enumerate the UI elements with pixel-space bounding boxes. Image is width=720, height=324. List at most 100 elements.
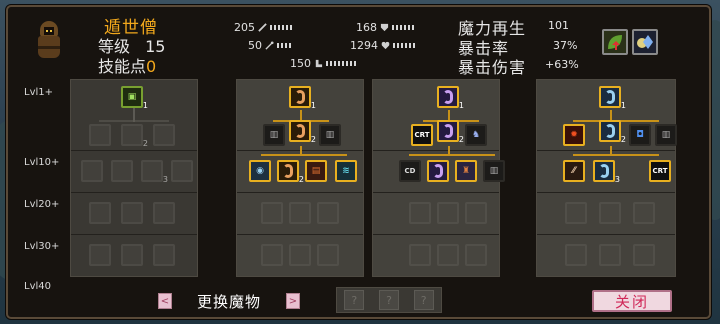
skill-node[interactable] (599, 202, 621, 224)
skill-node[interactable] (409, 202, 431, 224)
skill-points-value: 0 (146, 57, 157, 76)
change-monster-label[interactable]: 更换魔物 (197, 291, 261, 312)
skill-node[interactable]: 2 (599, 120, 626, 144)
skill-node[interactable]: CD (399, 160, 421, 182)
close-button[interactable]: 关闭 (592, 290, 672, 312)
skill-node[interactable] (81, 160, 103, 182)
skill-node[interactable] (599, 244, 621, 266)
crit-rate-value: 37% (553, 39, 578, 52)
skill-node[interactable] (565, 244, 587, 266)
skill-node[interactable] (89, 202, 111, 224)
skill-node[interactable]: CRT (649, 160, 671, 182)
skill-node[interactable]: ▤ (305, 160, 327, 182)
shield-icon (380, 23, 389, 32)
skill-node[interactable]: 3 (141, 160, 168, 184)
skill-root-node[interactable]: 1 (599, 86, 626, 110)
skill-points-row: 技能点0 (98, 53, 156, 77)
skill-node[interactable] (153, 202, 175, 224)
defense-stat: 168 (356, 21, 414, 34)
skill-node[interactable] (261, 202, 283, 224)
health-stat: 1294 (350, 39, 415, 52)
skill-node[interactable] (289, 244, 311, 266)
speed-bar (326, 61, 356, 66)
skill-node[interactable] (633, 244, 655, 266)
skill-tree-3: 1 CRT 2 ♞ CD ♜ ▥ (372, 79, 505, 277)
attack-stat: 205 (234, 21, 292, 34)
skill-root-node[interactable]: 1 (289, 86, 316, 110)
skill-root-node[interactable]: 1 (437, 86, 464, 110)
leaf-buff-icon[interactable] (602, 29, 628, 55)
skill-node[interactable] (121, 244, 143, 266)
skill-node[interactable] (409, 244, 431, 266)
skill-node[interactable] (111, 160, 133, 182)
skill-node[interactable] (565, 202, 587, 224)
skill-node[interactable]: 2 (437, 120, 464, 144)
skill-node[interactable] (317, 202, 339, 224)
skill-node[interactable] (171, 160, 193, 182)
level-row-label: Lvl40 (24, 281, 51, 292)
skill-tree-1: ▣ 1 2 3 (70, 79, 198, 277)
skill-node[interactable]: ♜ (455, 160, 477, 182)
skill-node[interactable]: ◉ (249, 160, 271, 182)
skill-node[interactable] (427, 160, 449, 182)
skill-node[interactable]: ▥ (483, 160, 505, 182)
skill-node[interactable] (437, 202, 459, 224)
crit-damage-label: 暴击伤害 (458, 58, 527, 77)
next-monster-button[interactable]: > (285, 293, 300, 309)
skill-node[interactable]: 2 (277, 160, 304, 184)
skill-node[interactable] (633, 202, 655, 224)
level-row-label: Lvl20+ (24, 199, 60, 210)
crystal-buff-icon[interactable] (632, 29, 658, 55)
health-bar (393, 43, 415, 48)
skill-node[interactable]: ♞ (465, 124, 487, 146)
skill-node[interactable] (261, 244, 283, 266)
speed-stat: 150 (290, 57, 356, 70)
wand-icon (265, 41, 274, 50)
skill-node[interactable]: CRT (411, 124, 433, 146)
monster-slots: ? ? ? (336, 287, 442, 313)
level-row-label: Lvl10+ (24, 157, 60, 168)
skill-node[interactable]: ✹ (563, 124, 585, 146)
monk-avatar (36, 21, 62, 61)
skill-node[interactable] (437, 244, 459, 266)
skill-node[interactable] (465, 244, 487, 266)
magic-bar (277, 43, 291, 48)
skill-node[interactable] (153, 124, 175, 146)
skill-node[interactable]: ◘ (629, 124, 651, 146)
skill-tree-2: 1 ▥ 2 ▥ ◉ 2 ▤ ≋ (236, 79, 364, 277)
monster-skill-panel: 遁世僧 等级 15 技能点0 205 168 50 1294 150 魔力再生 … (6, 5, 711, 319)
crit-damage-value: +63% (545, 58, 579, 71)
defense-bar (392, 25, 414, 30)
skill-node[interactable]: 3 (593, 160, 620, 184)
skill-points-label: 技能点 (98, 57, 147, 76)
skill-node[interactable] (289, 202, 311, 224)
mana-regen-value: 101 (548, 19, 569, 32)
skill-node[interactable] (89, 244, 111, 266)
boot-icon (315, 59, 323, 68)
skill-node[interactable]: 2 (121, 124, 148, 148)
skill-root-node[interactable]: ▣ 1 (121, 86, 148, 110)
skill-node[interactable]: ⁄⁄ (563, 160, 585, 182)
attack-bar (270, 25, 292, 30)
prev-monster-button[interactable]: < (158, 293, 172, 309)
locked-slot[interactable]: ? (413, 290, 434, 310)
level-row-label: Lvl1+ (24, 87, 54, 98)
magic-stat: 50 (248, 39, 291, 52)
skill-node[interactable] (89, 124, 111, 146)
skill-node[interactable]: ▥ (319, 124, 341, 146)
character-header: 遁世僧 等级 15 技能点0 205 168 50 1294 150 魔力再生 … (8, 7, 709, 77)
level-row-label: Lvl30+ (24, 241, 60, 252)
locked-slot[interactable]: ? (344, 290, 365, 310)
skill-node[interactable]: ▥ (263, 124, 285, 146)
skill-node[interactable] (153, 244, 175, 266)
heart-icon (381, 41, 390, 50)
skill-node[interactable] (465, 202, 487, 224)
skill-tree-4: 1 ✹ 2 ◘ ▥ ⁄⁄ 3 CRT (536, 79, 677, 277)
skill-node[interactable]: 2 (289, 120, 316, 144)
locked-slot[interactable]: ? (378, 290, 399, 310)
skill-node[interactable]: ▥ (655, 124, 677, 146)
change-monster-control: < 更换魔物 > (158, 291, 300, 311)
skill-node[interactable]: ≋ (335, 160, 357, 182)
skill-node[interactable] (121, 202, 143, 224)
skill-node[interactable] (317, 244, 339, 266)
